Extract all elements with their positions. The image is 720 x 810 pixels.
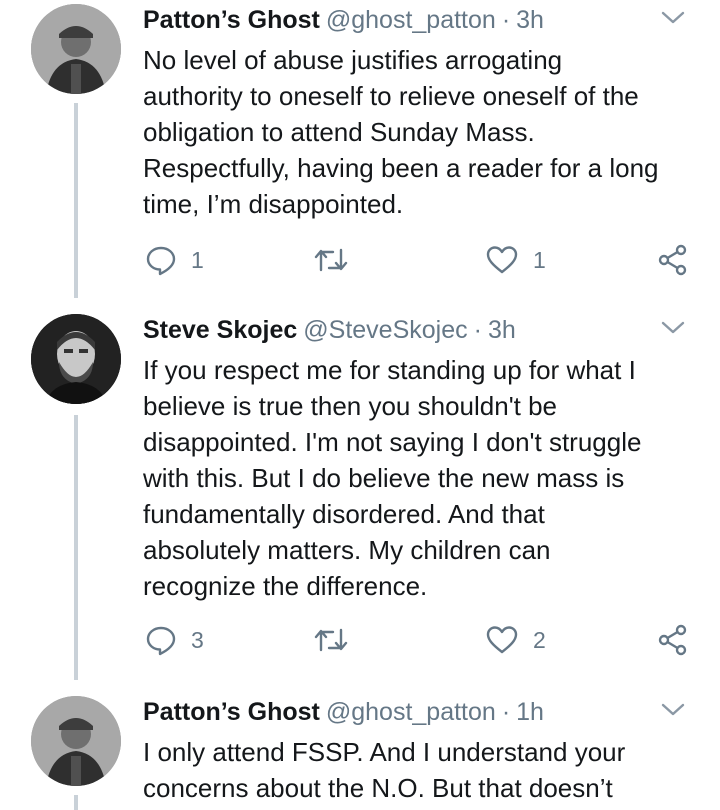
chevron-down-icon[interactable] — [660, 700, 686, 720]
reply-count: 1 — [191, 246, 204, 273]
share-button[interactable] — [657, 620, 689, 660]
thread-line — [74, 103, 78, 298]
avatar[interactable] — [31, 314, 121, 404]
share-button[interactable] — [657, 240, 689, 280]
avatar[interactable] — [31, 696, 121, 786]
tweet-text: No level of abuse justifies arrogating a… — [143, 45, 659, 219]
reply-count: 3 — [191, 626, 204, 653]
like-count: 2 — [533, 626, 546, 653]
chevron-down-icon[interactable] — [660, 318, 686, 338]
like-button[interactable]: 1 — [485, 240, 546, 280]
thread-line — [74, 415, 78, 680]
share-icon — [658, 624, 687, 656]
username[interactable]: @ghost_patton — [326, 698, 496, 726]
like-count: 1 — [533, 246, 546, 273]
separator: · — [473, 316, 482, 344]
tweet[interactable]: Steve Skojec @SteveSkojec · 3h If you respe… — [0, 310, 720, 690]
tweet-text: If you respect me for standing up for wh… — [143, 355, 642, 601]
avatar[interactable] — [31, 4, 121, 94]
thread-line — [74, 795, 78, 810]
username[interactable]: @SteveSkojec — [303, 316, 467, 344]
tweet-header: Patton’s Ghost @ghost_patton · 3h — [143, 4, 690, 36]
display-name[interactable]: Steve Skojec — [143, 316, 297, 344]
separator: · — [501, 698, 511, 726]
username[interactable]: @ghost_patton — [326, 6, 496, 34]
retweet-icon — [314, 248, 348, 272]
tweet-actions: 3 2 — [143, 620, 693, 660]
tweet[interactable]: Patton’s Ghost @ghost_patton · 3h No level … — [0, 0, 720, 310]
tweet-text: I only attend FSSP. And I understand you… — [143, 737, 626, 803]
separator: · — [501, 6, 511, 34]
tweet-header: Steve Skojec @SteveSkojec · 3h — [143, 314, 690, 346]
chevron-down-icon[interactable] — [660, 8, 686, 28]
like-button[interactable]: 2 — [485, 620, 546, 660]
reply-button[interactable]: 1 — [145, 240, 204, 280]
display-name[interactable]: Patton’s Ghost — [143, 698, 320, 726]
tweet-header: Patton’s Ghost @ghost_patton · 1h — [143, 696, 690, 728]
tweet-actions: 1 1 — [143, 240, 693, 280]
tweet[interactable]: Patton’s Ghost @ghost_patton · 1h I only at… — [0, 692, 720, 810]
retweet-icon — [314, 628, 348, 652]
reply-icon — [146, 626, 176, 656]
reply-button[interactable]: 3 — [145, 620, 204, 660]
display-name[interactable]: Patton’s Ghost — [143, 6, 320, 34]
reply-icon — [146, 246, 176, 276]
share-icon — [658, 244, 687, 276]
retweet-button[interactable] — [313, 620, 363, 660]
like-icon — [486, 246, 518, 274]
timestamp[interactable]: 3h — [516, 6, 544, 34]
like-icon — [486, 626, 518, 654]
timestamp[interactable]: 1h — [516, 698, 544, 726]
timestamp[interactable]: 3h — [488, 316, 516, 344]
retweet-button[interactable] — [313, 240, 363, 280]
